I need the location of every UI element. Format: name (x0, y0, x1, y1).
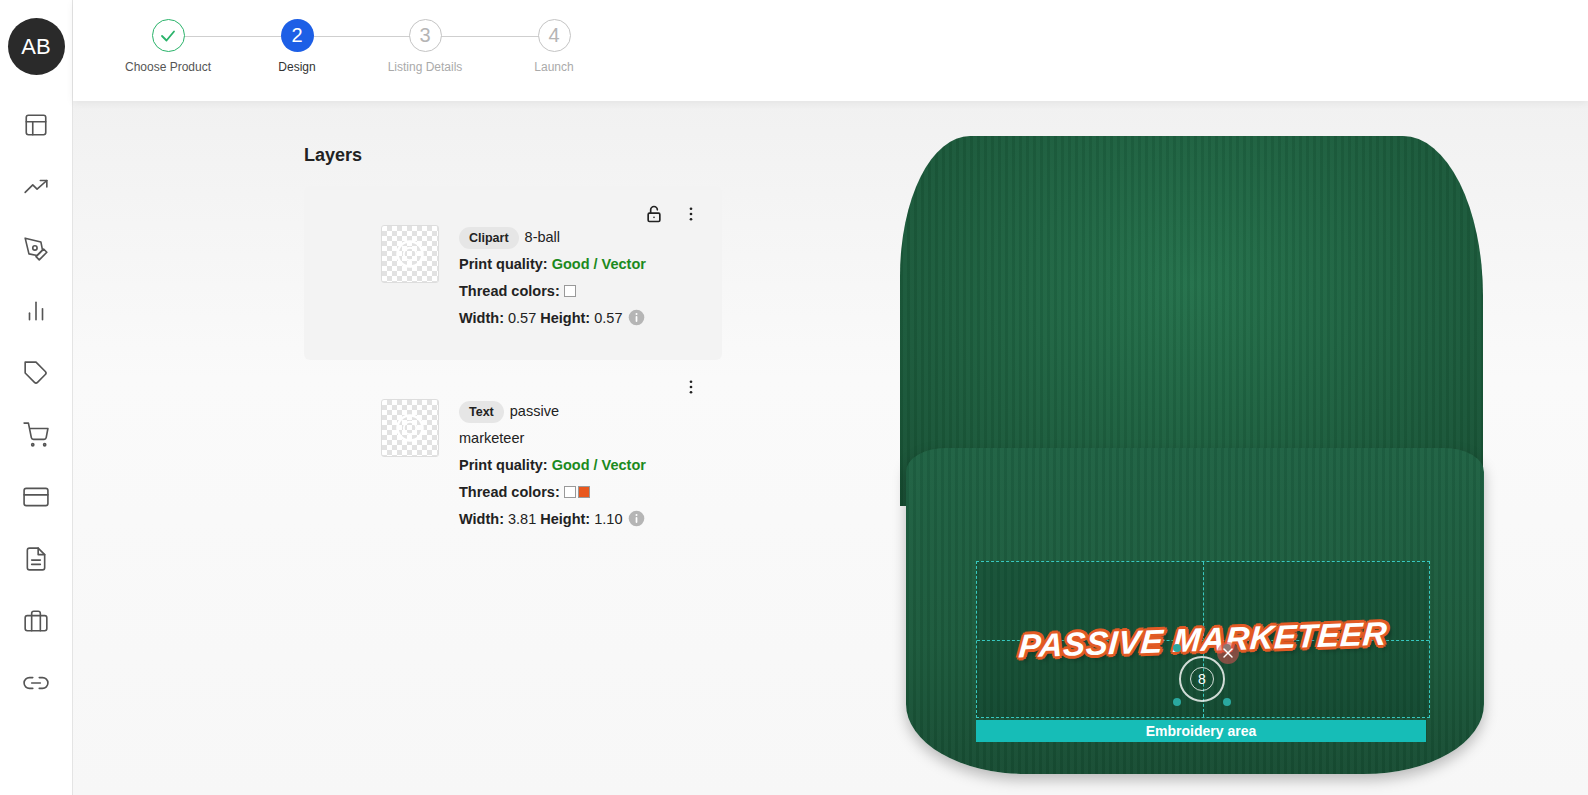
layer-info: Clipart 8-ball Print quality: Good / Vecto… (459, 224, 646, 332)
print-quality-label: Print quality: (459, 256, 548, 272)
sidebar-item[interactable] (22, 545, 50, 573)
thread-color-swatch (564, 285, 576, 297)
thread-colors-row: Thread colors: (459, 278, 646, 305)
document-icon[interactable] (23, 546, 49, 572)
sidebar: AB (0, 0, 73, 795)
unlock-icon[interactable] (644, 204, 664, 224)
design-area: Layers Clipart 8-ball Print quality: Good /… (73, 101, 1588, 795)
thread-colors-row: Thread colors: (459, 479, 646, 506)
pen-icon[interactable] (23, 236, 49, 262)
embroidery-area: PASSIVE MARKETEER8 (976, 561, 1430, 718)
clipart-number: 8 (1190, 667, 1214, 691)
size-row: Width: 0.57 Height: 0.57 (459, 305, 646, 332)
height-label: Height: (540, 310, 590, 326)
sidebar-item[interactable] (22, 483, 50, 511)
step-number: 4 (548, 24, 559, 47)
briefcase-icon[interactable] (23, 608, 49, 634)
sidebar-item[interactable] (22, 173, 50, 201)
layer-info: Textpassive marketeerPrint quality: Good… (459, 398, 646, 533)
thread-color-swatch (578, 486, 590, 498)
layer-header: Clipart 8-ball (459, 224, 599, 251)
step-number: 3 (419, 24, 430, 47)
layout-icon[interactable] (23, 112, 49, 138)
width-label: Width: (459, 511, 504, 527)
thread-colors-label: Thread colors: (459, 484, 560, 500)
print-quality-value: Good / Vector (552, 256, 646, 272)
step-label: Listing Details (388, 60, 463, 74)
main: Choose Product 2 Design 3 Listing Details 4 La… (73, 0, 1588, 795)
layer-thumbnail (381, 225, 439, 283)
print-quality-value: Good / Vector (552, 457, 646, 473)
sidebar-item[interactable] (22, 359, 50, 387)
user-avatar[interactable]: AB (8, 18, 65, 75)
print-quality-label: Print quality: (459, 457, 548, 473)
step-label: Launch (534, 60, 573, 74)
embroidery-area-label: Embroidery area (976, 720, 1426, 742)
step[interactable]: 2 Design (233, 19, 361, 74)
sidebar-item[interactable] (22, 669, 50, 697)
print-quality-row: Print quality: Good / Vector (459, 452, 646, 479)
step[interactable]: 3 Listing Details (361, 19, 489, 74)
height-value: 0.57 (594, 310, 622, 326)
clipart-layer[interactable]: 8 (1179, 656, 1225, 702)
header: Choose Product 2 Design 3 Listing Details 4 La… (73, 0, 1588, 101)
info-icon[interactable] (628, 309, 645, 326)
delete-layer-button[interactable] (1217, 642, 1239, 664)
step-circle (152, 19, 185, 52)
layer-card[interactable]: Clipart 8-ball Print quality: Good / Vecto… (304, 186, 722, 360)
layer-preview-icon (395, 413, 425, 443)
height-label: Height: (540, 511, 590, 527)
resize-handle[interactable] (1173, 644, 1181, 652)
height-value: 1.10 (594, 511, 622, 527)
width-label: Width: (459, 310, 504, 326)
tag-icon[interactable] (23, 360, 49, 386)
step-label: Choose Product (125, 60, 211, 74)
resize-handle[interactable] (1173, 698, 1181, 706)
stepper: Choose Product 2 Design 3 Listing Details 4 La… (103, 19, 1588, 74)
more-icon[interactable] (682, 205, 700, 223)
thread-colors-label: Thread colors: (459, 283, 560, 299)
step-circle: 4 (538, 19, 571, 52)
sidebar-item[interactable] (22, 297, 50, 325)
step[interactable]: Choose Product (103, 19, 233, 74)
layer-name: 8-ball (525, 229, 560, 245)
step-number: 2 (291, 24, 302, 47)
more-icon[interactable] (682, 378, 700, 396)
sidebar-item[interactable] (22, 607, 50, 635)
step-label: Design (278, 60, 315, 74)
cart-icon[interactable] (23, 422, 49, 448)
step-circle: 2 (281, 19, 314, 52)
product-canvas: PASSIVE MARKETEER8Embroidery area (900, 136, 1490, 776)
bar-chart-icon[interactable] (23, 298, 49, 324)
layer-thumbnail (381, 399, 439, 457)
card-icon[interactable] (23, 484, 49, 510)
sidebar-item[interactable] (22, 111, 50, 139)
layers-panel: Layers Clipart 8-ball Print quality: Good /… (304, 101, 722, 795)
layer-type-tag: Clipart (459, 227, 519, 249)
thread-color-swatch (564, 486, 576, 498)
close-icon[interactable] (1222, 647, 1234, 659)
print-quality-row: Print quality: Good / Vector (459, 251, 646, 278)
trending-icon[interactable] (23, 174, 49, 200)
layer-actions (682, 378, 700, 396)
layer-header: Textpassive marketeer (459, 398, 599, 452)
resize-handle[interactable] (1223, 698, 1231, 706)
layer-card[interactable]: Textpassive marketeerPrint quality: Good… (304, 360, 722, 561)
info-icon[interactable] (628, 510, 645, 527)
layers-title: Layers (304, 145, 722, 166)
width-value: 0.57 (508, 310, 536, 326)
sidebar-item[interactable] (22, 421, 50, 449)
width-value: 3.81 (508, 511, 536, 527)
layer-type-tag: Text (459, 401, 504, 423)
sidebar-item[interactable] (22, 235, 50, 263)
layer-actions (644, 204, 700, 224)
layer-preview-icon (395, 239, 425, 269)
step-circle: 3 (409, 19, 442, 52)
step[interactable]: 4 Launch (489, 19, 619, 74)
check-icon (159, 27, 177, 45)
stepper-line (168, 36, 557, 37)
size-row: Width: 3.81 Height: 1.10 (459, 506, 646, 533)
link-icon[interactable] (23, 670, 49, 696)
